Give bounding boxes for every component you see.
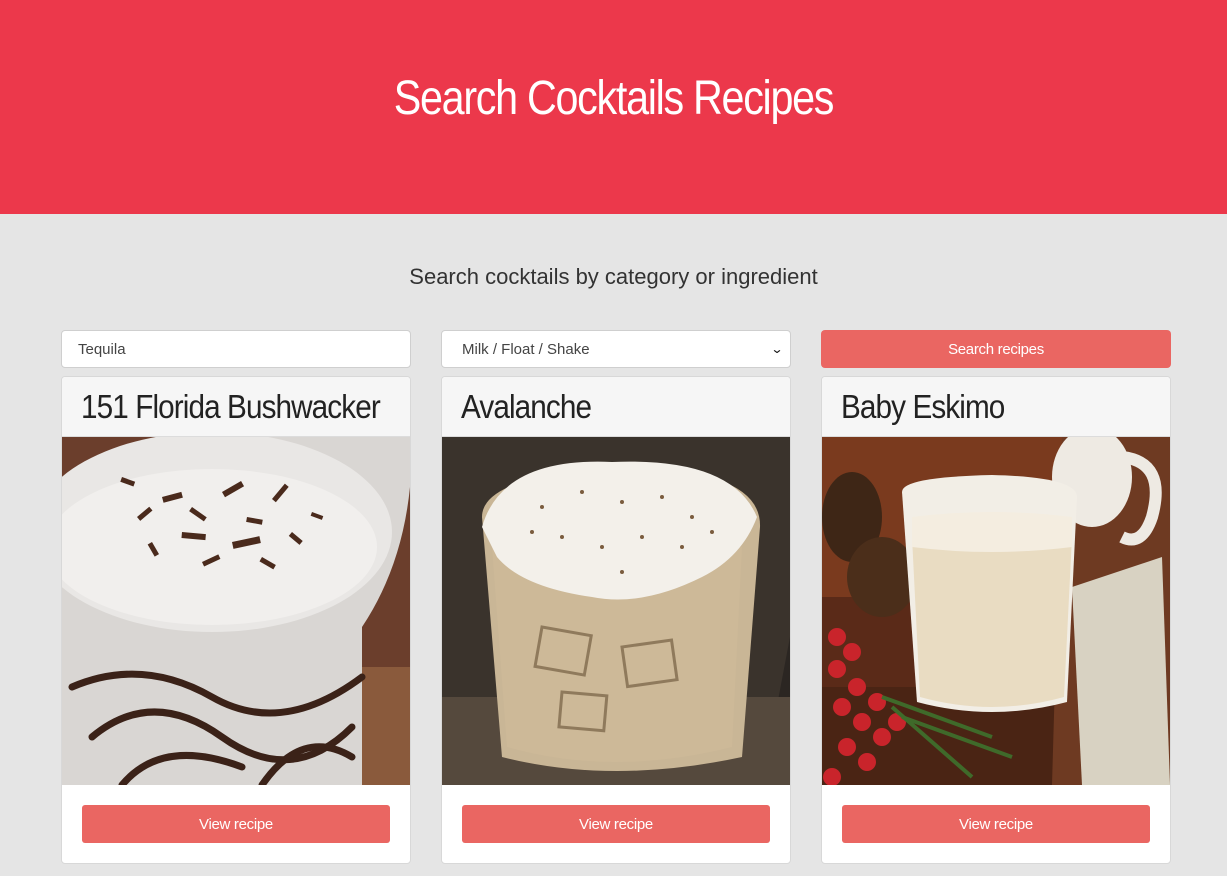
- ingredient-input-value: Tequila: [78, 340, 126, 358]
- search-recipes-button[interactable]: Search recipes: [821, 330, 1171, 368]
- cocktail-image[interactable]: [62, 437, 410, 785]
- page-title: Search Cocktails Recipes: [393, 71, 835, 125]
- cocktail-image[interactable]: [442, 437, 790, 785]
- recipe-card: Avalanche View recipe: [441, 376, 791, 864]
- recipe-card: Baby Eskimo View recipe: [821, 376, 1171, 864]
- card-header: 151 Florida Bushwacker: [62, 377, 410, 437]
- card-title: Avalanche: [461, 387, 592, 425]
- view-recipe-button[interactable]: View recipe: [82, 805, 390, 843]
- view-recipe-button[interactable]: View recipe: [842, 805, 1150, 843]
- category-select[interactable]: Milk / Float / Shake ⌄: [441, 330, 791, 368]
- page-header: Search Cocktails Recipes: [0, 0, 1227, 214]
- chevron-down-icon: ⌄: [770, 342, 784, 356]
- card-title: Baby Eskimo: [841, 387, 1005, 425]
- ingredient-input[interactable]: Tequila: [61, 330, 411, 368]
- recipe-card: 151 Florida Bushwacker View recipe: [61, 376, 411, 864]
- category-select-value: Milk / Float / Shake: [462, 340, 590, 358]
- card-header: Avalanche: [442, 377, 790, 437]
- cocktail-image[interactable]: [822, 437, 1170, 785]
- search-subtitle: Search cocktails by category or ingredie…: [409, 264, 818, 289]
- card-title: 151 Florida Bushwacker: [81, 387, 381, 425]
- card-header: Baby Eskimo: [822, 377, 1170, 437]
- view-recipe-button[interactable]: View recipe: [462, 805, 770, 843]
